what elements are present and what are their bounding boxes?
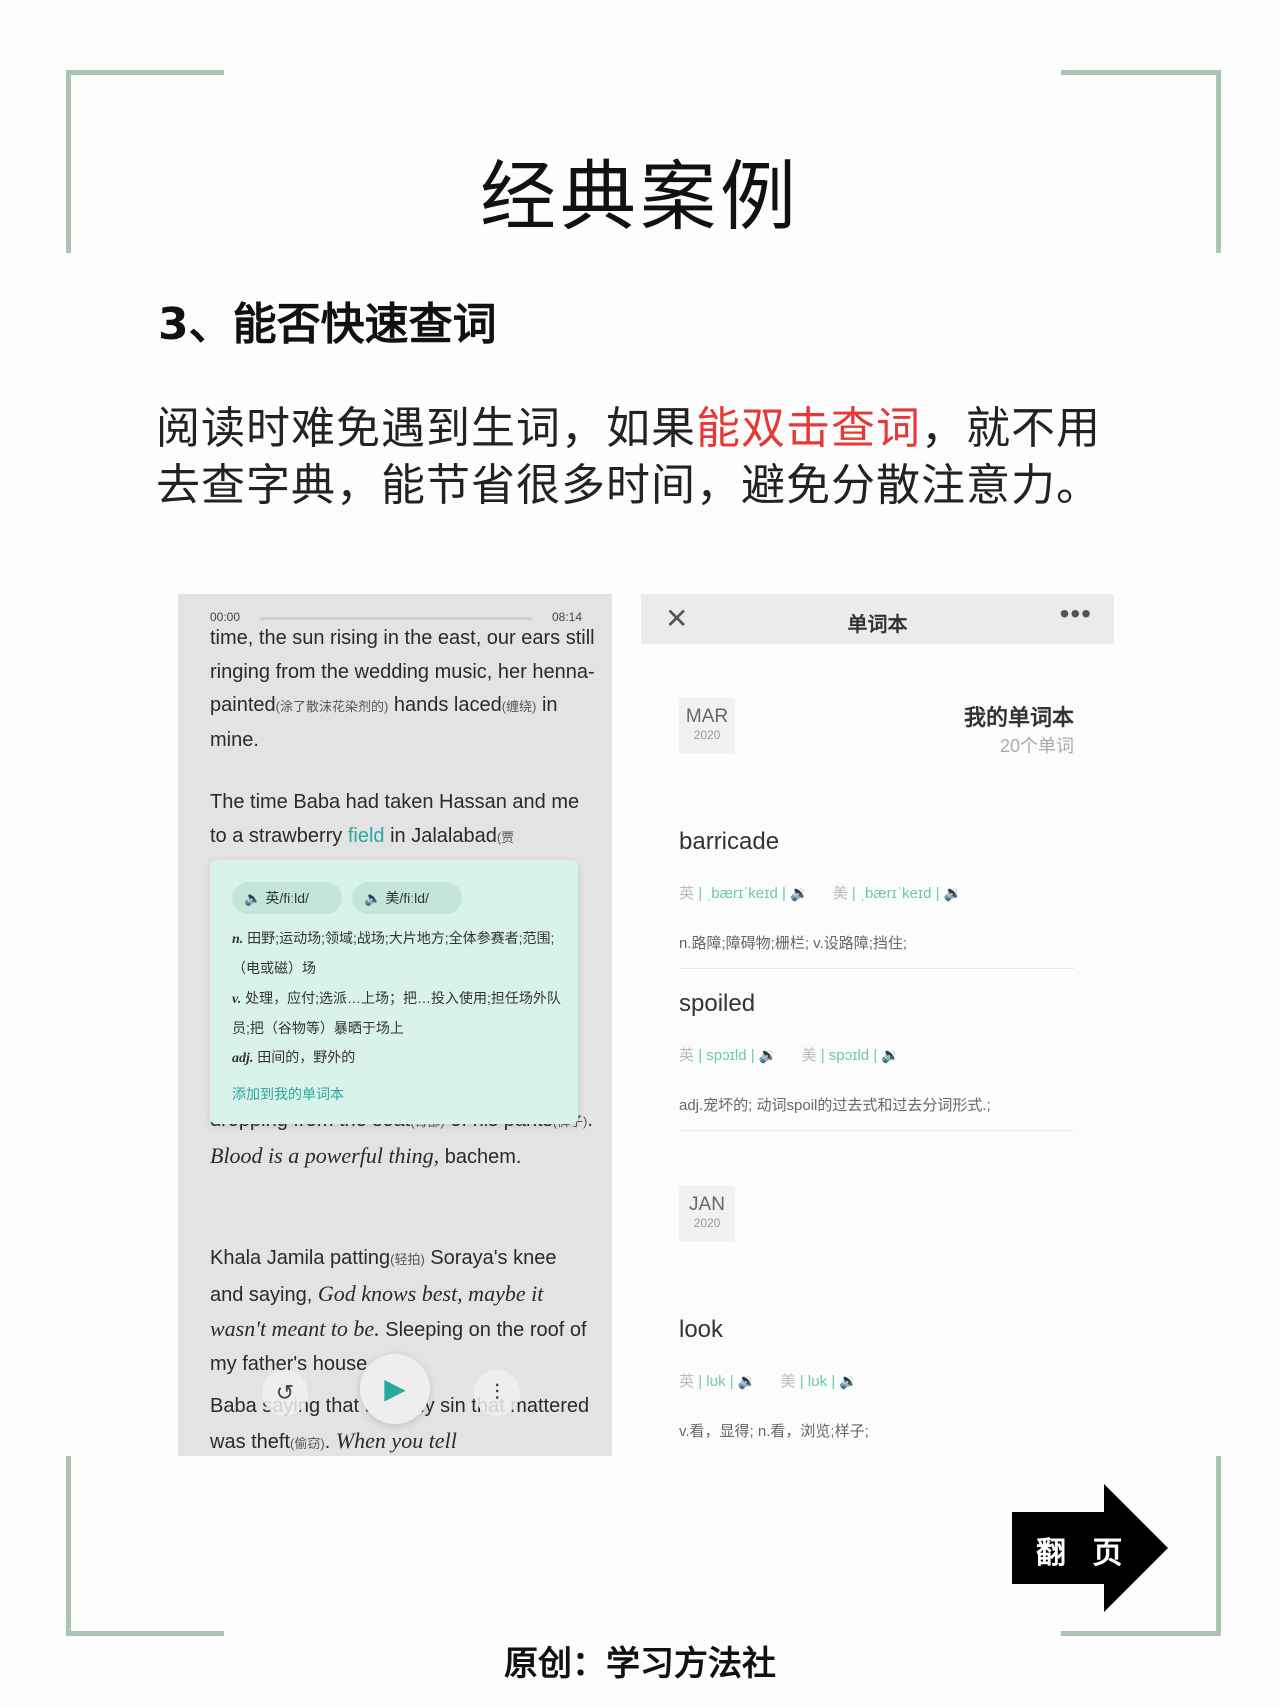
definition-text: 处理，应付;选派…上场；把…投入使用;担任场外队员;把（谷物等）暴晒于场上: [232, 990, 561, 1036]
speaker-icon[interactable]: 🔉: [759, 1047, 778, 1064]
play-icon: ▶: [384, 1373, 406, 1404]
progress-track[interactable]: [260, 617, 532, 620]
uk-phonetic: | spɔɪld |: [698, 1047, 755, 1064]
word-entry-title[interactable]: barricade: [679, 828, 779, 856]
uk-label: 英: [679, 885, 695, 902]
gloss: (偷窃): [290, 1435, 325, 1451]
speaker-icon[interactable]: 🔉: [790, 885, 809, 902]
intro-paragraph: 阅读时难免遇到生词，如果能双击查词，就不用去查字典，能节省很多时间，避免分散注意…: [156, 400, 1126, 514]
rewind-button[interactable]: ↺: [262, 1370, 308, 1416]
pronounce-us-button[interactable]: 🔈 美/fiːld/: [352, 882, 462, 914]
word-phonetics: 英 | lʊk | 🔉 美 | lʊk | 🔉: [679, 1370, 858, 1391]
next-page-label: 翻 页: [1036, 1536, 1131, 1571]
date-badge: MAR 2020: [679, 698, 735, 754]
pronounce-uk-button[interactable]: 🔈 英/fiːld/: [232, 882, 342, 914]
intro-highlight: 能双击查词: [696, 403, 921, 454]
play-button[interactable]: ▶: [360, 1354, 430, 1424]
divider: [679, 968, 1074, 969]
uk-phonetic: | lʊk |: [698, 1373, 734, 1390]
word-definition: v.看，显得; n.看，浏览;样子;: [679, 1423, 869, 1440]
reader-paragraph-2: The time Baba had taken Hassan and me to…: [210, 786, 595, 854]
uk-label: 英: [679, 1373, 695, 1390]
us-phonetic: 美/fiːld/: [385, 890, 429, 906]
gloss: (轻拍): [390, 1252, 425, 1267]
us-phonetic: | lʊk |: [799, 1373, 836, 1390]
definition-text: 田间的，野外的: [253, 1049, 356, 1065]
uk-phonetic: | ˌbærɪˈkeɪd |: [698, 885, 786, 902]
page-title: 经典案例: [480, 152, 800, 241]
uk-label: 英: [679, 1047, 695, 1064]
italic-text[interactable]: When you tell: [336, 1428, 457, 1453]
paragraph-text[interactable]: Khala Jamila patting: [210, 1247, 390, 1269]
us-phonetic: | ˌbærɪˈkeɪd |: [851, 885, 940, 902]
us-label: 美: [780, 1373, 796, 1390]
paragraph-text[interactable]: hands laced: [388, 694, 502, 716]
date-badge: JAN 2020: [679, 1186, 735, 1242]
date-year: 2020: [693, 1216, 721, 1230]
wordbook-name: 我的单词本: [963, 705, 1074, 730]
word-definition: n.路障;障碍物;栅栏; v.设路障;挡住;: [679, 935, 908, 952]
gloss: (贾: [496, 829, 515, 845]
section-subtitle: 3、能否快速查词: [158, 299, 497, 350]
speaker-icon[interactable]: 🔉: [944, 885, 963, 902]
date-month: MAR: [685, 706, 729, 727]
date-year: 2020: [693, 728, 721, 742]
next-page-button[interactable]: 翻 页: [1012, 1484, 1172, 1612]
word-phonetics: 英 | spɔɪld | 🔉 美 | spɔɪld | 🔉: [679, 1044, 900, 1065]
italic-text[interactable]: Blood is a powerful thing,: [210, 1143, 439, 1168]
frame-corner-bottom-left: [66, 1456, 224, 1636]
wordbook-title: 单词本: [847, 614, 908, 636]
uk-phonetic: 英/fiːld/: [265, 890, 309, 906]
part-of-speech: v.: [232, 992, 242, 1007]
speaker-icon[interactable]: 🔉: [881, 1047, 900, 1064]
dictionary-popup: 🔈 英/fiːld/ 🔈 美/fiːld/ n. 田野;运动场;领域;战场;大片…: [210, 860, 578, 1124]
word-entry-title[interactable]: spoiled: [679, 990, 755, 1018]
paragraph-text[interactable]: in Jalalabad: [385, 825, 497, 847]
speaker-icon[interactable]: 🔉: [839, 1373, 858, 1390]
gloss: (缠绕): [501, 699, 537, 714]
part-of-speech: n.: [232, 932, 244, 947]
definition-verb: v. 处理，应付;选派…上场；把…投入使用;担任场外队员;把（谷物等）暴晒于场上: [232, 984, 562, 1043]
us-label: 美: [832, 885, 848, 902]
definition-noun: n. 田野;运动场;领域;战场;大片地方;全体参赛者;范围;（电或磁）场: [232, 924, 562, 983]
part-of-speech: adj.: [232, 1051, 254, 1066]
reader-paragraph-1: time, the sun rising in the east, our ea…: [210, 622, 595, 757]
word-entry-title[interactable]: look: [679, 1316, 723, 1344]
divider: [679, 1130, 1074, 1131]
definition-text: 田野;运动场;领域;战场;大片地方;全体参赛者;范围;（电或磁）场: [232, 930, 555, 976]
paragraph-text[interactable]: .: [325, 1431, 336, 1453]
wordbook-header: ✕ 单词本 •••: [641, 594, 1114, 644]
paragraph-text[interactable]: .: [587, 1109, 593, 1131]
speaker-icon: 🔈: [244, 890, 262, 906]
more-icon[interactable]: •••: [1060, 598, 1092, 630]
us-phonetic: | spɔɪld |: [820, 1047, 878, 1064]
wordbook-panel: ✕ 单词本 ••• MAR 2020 我的单词本 20个单词 barricade …: [641, 594, 1114, 1456]
selected-word[interactable]: field: [348, 825, 385, 847]
wordbook-count: 20个单词: [999, 736, 1074, 756]
paragraph-text[interactable]: bachem.: [439, 1146, 522, 1168]
settings-icon: ⫶: [494, 1380, 500, 1405]
intro-text-before: 阅读时难免遇到生词，如果: [156, 403, 696, 454]
settings-button[interactable]: ⫶: [474, 1370, 520, 1416]
gloss: (涂了散沫花染剂的): [275, 699, 389, 714]
word-definition: adj.宠坏的; 动词spoil的过去式和过去分词形式.;: [679, 1097, 991, 1114]
speaker-icon: 🔈: [364, 890, 382, 906]
reader-panel: 00:00 08:14 time, the sun rising in the …: [178, 594, 612, 1456]
us-label: 美: [801, 1047, 817, 1064]
word-phonetics: 英 | ˌbærɪˈkeɪd | 🔉 美 | ˌbærɪˈkeɪd | 🔉: [679, 882, 962, 903]
definition-adj: adj. 田间的，野外的: [232, 1043, 562, 1073]
speaker-icon[interactable]: 🔉: [738, 1373, 757, 1390]
date-month: JAN: [689, 1194, 725, 1215]
add-to-wordbook-link[interactable]: 添加到我的单词本: [232, 1084, 344, 1104]
rewind-icon: ↺: [275, 1380, 295, 1405]
footer-credit: 原创：学习方法社: [504, 1644, 776, 1684]
